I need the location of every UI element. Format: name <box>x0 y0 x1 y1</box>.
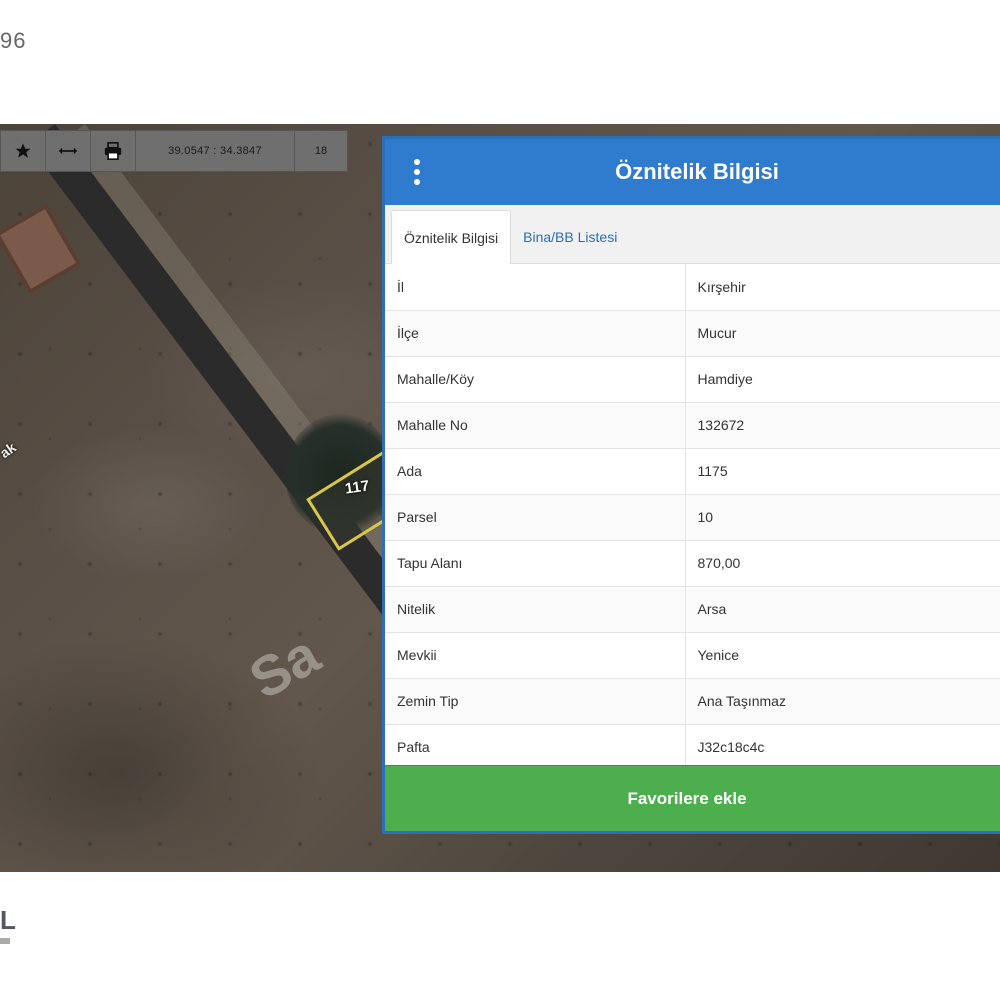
attribute-table: İl Kırşehir İlçe Mucur Mahalle/Köy Hamdiye … <box>385 264 1000 771</box>
attribute-key: Mahalle No <box>385 402 686 449</box>
zoom-level: 18 <box>314 145 328 157</box>
measure-button[interactable] <box>46 131 91 171</box>
vertical-dots-icon[interactable] <box>413 159 421 185</box>
logo-mark <box>0 938 10 944</box>
attribute-value: 1175 <box>685 448 1000 495</box>
favorite-button[interactable] <box>1 131 46 171</box>
table-row: Tapu Alanı 870,00 <box>385 540 1000 587</box>
tab-attribute-info[interactable]: Öznitelik Bilgisi <box>391 210 512 264</box>
attribute-key: Ada <box>385 448 686 495</box>
attribute-value: 132672 <box>685 402 1000 449</box>
attribute-key: Parsel <box>385 494 686 541</box>
attribute-key: Mevkii <box>385 632 686 679</box>
attribute-key: Tapu Alanı <box>385 540 686 587</box>
panel-header: Öznitelik Bilgisi <box>385 139 1000 205</box>
attribute-value: 10 <box>685 494 1000 541</box>
attribute-key: Zemin Tip <box>385 678 686 725</box>
attribute-value: Kırşehir <box>685 264 1000 311</box>
table-row: Mevkii Yenice <box>385 632 1000 679</box>
attribute-value: 870,00 <box>685 540 1000 587</box>
add-to-favorites-button[interactable]: Favorilere ekle <box>385 765 1000 831</box>
attribute-key: İl <box>385 264 686 311</box>
table-row: Zemin Tip Ana Taşınmaz <box>385 678 1000 725</box>
parcel-label: 117 <box>343 477 371 498</box>
attribute-key: İlçe <box>385 310 686 357</box>
table-row: Ada 1175 <box>385 448 1000 495</box>
print-button[interactable] <box>91 131 136 171</box>
corner-number: 96 <box>0 28 27 53</box>
attribute-key: Nitelik <box>385 586 686 633</box>
tab-building-list[interactable]: Bina/BB Listesi <box>511 211 629 263</box>
table-row: Pafta J32c18c4c <box>385 724 1000 771</box>
coordinate-readout: 39.0547 : 34.3847 <box>136 131 295 171</box>
attribute-key: Mahalle/Köy <box>385 356 686 403</box>
tab-bar: Öznitelik Bilgisi Bina/BB Listesi <box>385 205 1000 264</box>
attribute-value: Hamdiye <box>685 356 1000 403</box>
table-row: İl Kırşehir <box>385 264 1000 311</box>
table-row: Nitelik Arsa <box>385 586 1000 633</box>
panel-title: Öznitelik Bilgisi <box>615 159 779 184</box>
attribute-key: Pafta <box>385 724 686 771</box>
table-row: Parsel 10 <box>385 494 1000 541</box>
attribute-value: J32c18c4c <box>685 724 1000 771</box>
attribute-value: Mucur <box>685 310 1000 357</box>
corner-logo: L <box>0 905 16 935</box>
map-toolbar: 39.0547 : 34.3847 18 <box>0 130 348 172</box>
attribute-value: Arsa <box>685 586 1000 633</box>
attribute-value: Ana Taşınmaz <box>685 678 1000 725</box>
attribute-value: Yenice <box>685 632 1000 679</box>
attribute-panel: Öznitelik Bilgisi Öznitelik Bilgisi Bina… <box>382 136 1000 834</box>
ruler-icon <box>58 147 78 155</box>
table-row: Mahalle No 132672 <box>385 402 1000 449</box>
printer-icon <box>104 142 122 160</box>
table-row: Mahalle/Köy Hamdiye <box>385 356 1000 403</box>
table-row: İlçe Mucur <box>385 310 1000 357</box>
star-icon <box>15 143 31 158</box>
